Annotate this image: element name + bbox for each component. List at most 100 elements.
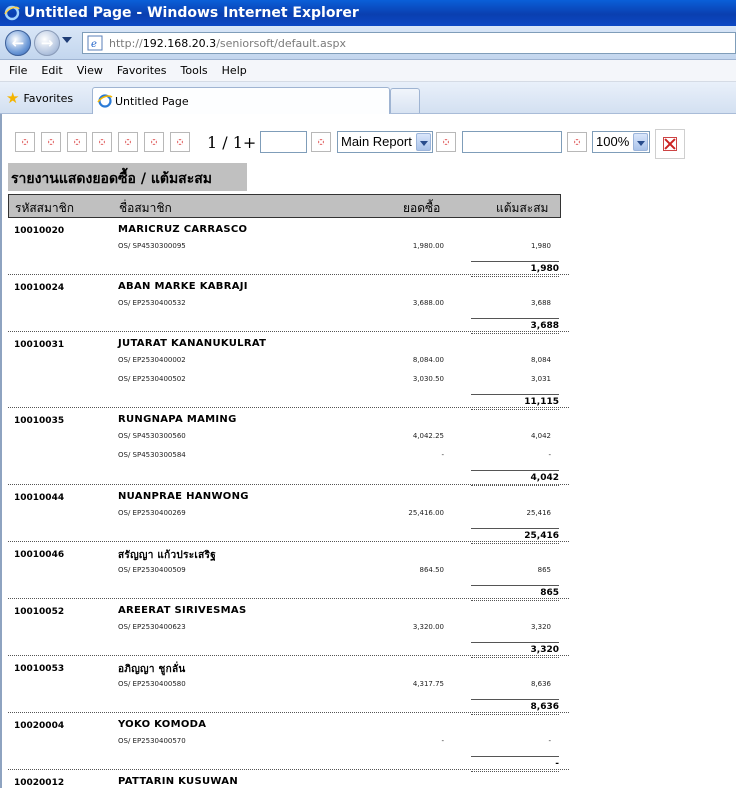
title-bar: Untitled Page - Windows Internet Explore…	[0, 0, 736, 26]
purchase-amount: -	[441, 737, 444, 745]
menu-edit[interactable]: Edit	[34, 64, 69, 77]
purchase-amount: 1,980.00	[412, 242, 444, 250]
points-value: -	[548, 451, 551, 459]
member-name: AREERAT SIRIVESMAS	[118, 605, 247, 616]
report-rows: 10010020 MARICRUZ CARRASCO OS/ SP453030009…	[0, 218, 736, 788]
tab-title: Untitled Page	[115, 94, 189, 108]
member-id: 10010053	[14, 664, 65, 674]
report-select-value: Main Report	[341, 134, 412, 149]
new-tab-button[interactable]	[390, 88, 420, 113]
broken-image-icon	[443, 139, 449, 145]
points-total: 3,688	[471, 318, 559, 334]
points-total: 4,042	[471, 470, 559, 486]
document-number: OS/ EP2530400269	[118, 509, 186, 517]
document-number: OS/ EP2530400002	[118, 356, 186, 364]
member-group: 10020004 YOKO KOMODA OS/ EP2530400570 - - -	[8, 713, 569, 772]
menu-help[interactable]: Help	[215, 64, 254, 77]
tab-bar: ★ Favorites Untitled Page	[0, 82, 736, 114]
document-number: OS/ EP2530400532	[118, 299, 186, 307]
member-id: 10010046	[14, 550, 65, 560]
member-group: 10010053 อภิญญา ชูกลั่น OS/ EP2530400580 4,…	[8, 656, 569, 715]
goto-page-input[interactable]	[260, 131, 307, 153]
back-button[interactable]: ←	[5, 30, 31, 56]
document-number: OS/ SP4530300560	[118, 432, 186, 440]
report-column-header: รหัสสมาชิก ชื่อสมาชิก ยอดซื้อ แต้มสะสม	[8, 194, 561, 218]
purchase-amount: 3,320.00	[412, 623, 444, 631]
recent-pages-dropdown-icon[interactable]	[62, 37, 72, 43]
window-title: Untitled Page - Windows Internet Explore…	[24, 5, 359, 21]
last-page-button[interactable]	[92, 132, 112, 152]
broken-image-icon	[177, 139, 183, 145]
next-page-button[interactable]	[67, 132, 87, 152]
star-icon: ★	[6, 89, 20, 107]
member-id: 10010052	[14, 607, 65, 617]
points-value: 8,636	[530, 680, 551, 688]
points-total: 3,320	[471, 642, 559, 658]
points-value: 3,320	[530, 623, 551, 631]
member-name: MARICRUZ CARRASCO	[118, 224, 248, 235]
member-id: 10010020	[14, 226, 65, 236]
zoom-select-value: 100%	[596, 134, 630, 149]
points-total: 865	[471, 585, 559, 601]
menu-view[interactable]: View	[70, 64, 110, 77]
toggle-group-tree-button[interactable]	[436, 132, 456, 152]
favorites-button[interactable]: ★ Favorites	[6, 89, 73, 107]
column-points: แต้มสะสม	[496, 201, 549, 215]
column-member-id: รหัสสมาชิก	[15, 201, 75, 215]
report-toolbar: 1 / 1+ Main Report 100%	[0, 122, 736, 159]
forward-button[interactable]: →	[34, 30, 60, 56]
member-id: 10020012	[14, 778, 65, 788]
purchase-amount: 3,688.00	[412, 299, 444, 307]
member-name: PATTARIN KUSUWAN	[118, 776, 238, 787]
menu-tools[interactable]: Tools	[174, 64, 215, 77]
refresh-button[interactable]	[170, 132, 190, 152]
menu-favorites[interactable]: Favorites	[110, 64, 174, 77]
ie-logo-icon	[4, 5, 20, 21]
url-host: 192.168.20.3	[142, 36, 217, 50]
broken-image-icon	[22, 139, 28, 145]
page-content: 1 / 1+ Main Report 100% รายงานแสดงยอดซื้…	[0, 114, 736, 788]
browser-window: Untitled Page - Windows Internet Explore…	[0, 0, 736, 788]
member-name: สรัญญา แก้วประเสริฐ	[118, 550, 217, 561]
member-group: 10010052 AREERAT SIRIVESMAS OS/ EP25304006…	[8, 599, 569, 658]
print-button[interactable]	[118, 132, 138, 152]
broken-image-icon	[48, 139, 54, 145]
document-number: OS/ EP2530400502	[118, 375, 186, 383]
broken-image-icon	[574, 139, 580, 145]
member-name: ABAN MARKE KABRAJI	[118, 281, 248, 292]
menu-bar: File Edit View Favorites Tools Help	[0, 60, 736, 82]
points-value: 8,084	[530, 356, 551, 364]
member-name: RUNGNAPA MAMING	[118, 414, 237, 425]
goto-page-button[interactable]	[311, 132, 331, 152]
report-title: รายงานแสดงยอดซื้อ / แต้มสะสม	[8, 163, 247, 191]
svg-text:e: e	[91, 39, 97, 50]
address-bar[interactable]: e http://192.168.20.3/seniorsoft/default…	[82, 32, 736, 54]
broken-image-icon	[99, 139, 105, 145]
column-member-name: ชื่อสมาชิก	[119, 201, 172, 215]
previous-page-button[interactable]	[41, 132, 61, 152]
document-number: OS/ SP4530300095	[118, 242, 186, 250]
purchase-amount: 4,042.25	[412, 432, 444, 440]
address-toolbar: ← → e http://192.168.20.3/seniorsoft/def…	[0, 26, 736, 60]
url-path: /seniorsoft/default.aspx	[216, 36, 346, 50]
page-icon: e	[87, 35, 103, 51]
member-id: 10010024	[14, 283, 65, 293]
first-page-button[interactable]	[15, 132, 35, 152]
tab-untitled-page[interactable]: Untitled Page	[92, 87, 390, 114]
points-total: -	[471, 756, 559, 772]
points-total: 1,980	[471, 261, 559, 277]
search-button[interactable]	[567, 132, 587, 152]
points-total: 25,416	[471, 528, 559, 544]
search-text-input[interactable]	[462, 131, 562, 153]
zoom-select[interactable]: 100%	[592, 131, 650, 153]
document-number: OS/ EP2530400623	[118, 623, 186, 631]
member-group: 10010035 RUNGNAPA MAMING OS/ SP4530300560 4…	[8, 408, 569, 486]
broken-image-icon	[125, 139, 131, 145]
report-select[interactable]: Main Report	[337, 131, 433, 153]
purchase-amount: -	[441, 451, 444, 459]
close-report-button[interactable]	[655, 129, 685, 159]
export-button[interactable]	[144, 132, 164, 152]
chevron-down-icon	[633, 133, 648, 151]
chevron-down-icon	[416, 133, 431, 151]
menu-file[interactable]: File	[0, 64, 34, 77]
